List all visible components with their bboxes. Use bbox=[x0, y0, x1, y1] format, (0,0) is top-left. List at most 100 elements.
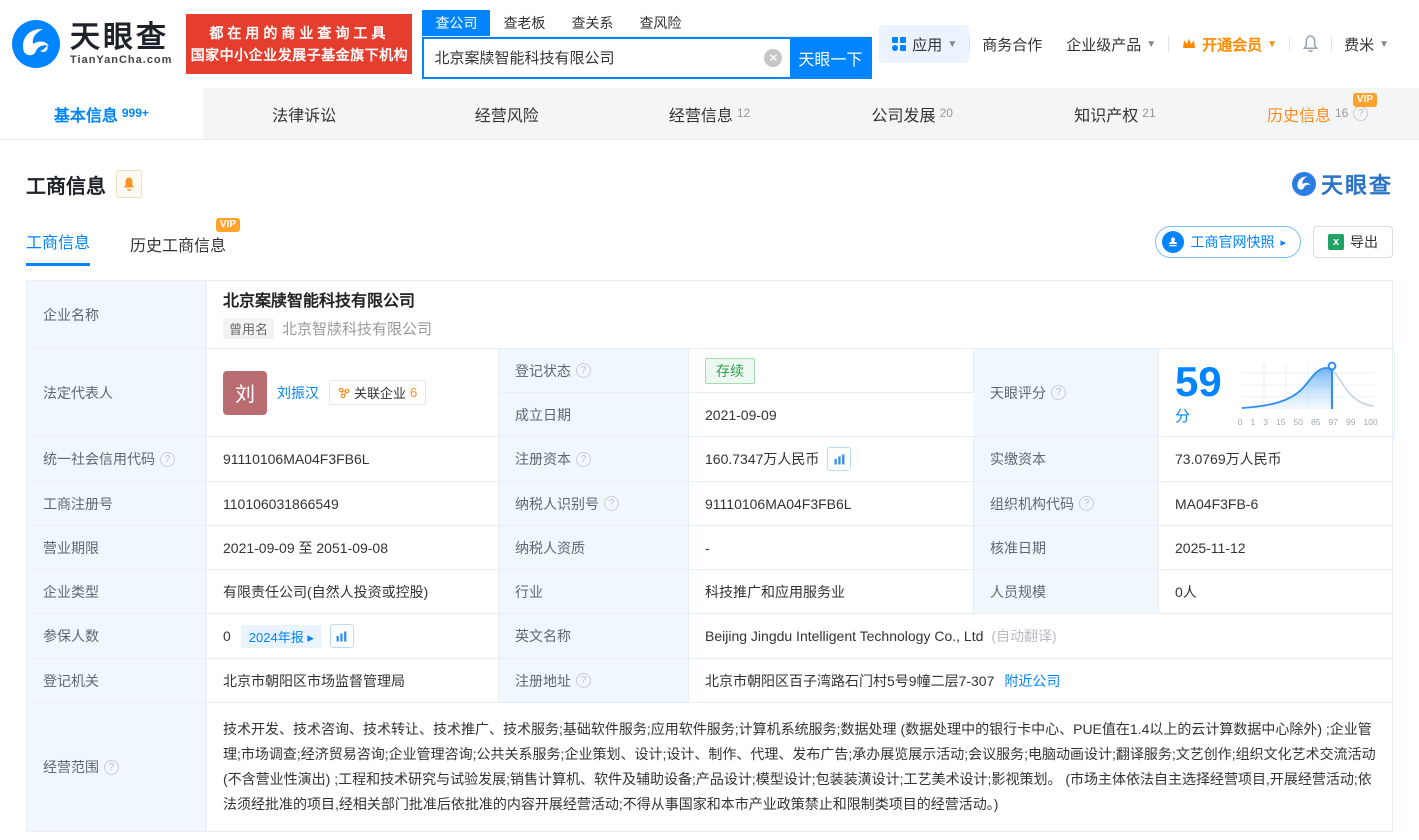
subtab-business-info[interactable]: 工商信息 bbox=[26, 229, 91, 266]
insured-trend-icon[interactable] bbox=[329, 624, 354, 648]
annual-report-badge[interactable]: 2024年报 ▸ bbox=[240, 624, 322, 648]
label-text: 注册地址 bbox=[515, 672, 571, 689]
table-row: 工商注册号 110106031866549 纳税人识别号 ? 91110106M… bbox=[27, 482, 1392, 526]
tab-count: 999+ bbox=[121, 105, 149, 120]
tab-intellectual-property[interactable]: 知识产权 21 bbox=[1014, 88, 1217, 139]
staff-size-value: 0人 bbox=[1159, 570, 1392, 614]
table-row: 企业类型 有限责任公司(自然人投资或控股) 行业 科技推广和应用服务业 人员规模… bbox=[27, 570, 1392, 614]
tab-count: 20 bbox=[939, 105, 953, 120]
legal-rep-link[interactable]: 刘振汉 bbox=[277, 383, 319, 403]
question-icon[interactable]: ? bbox=[1079, 496, 1094, 511]
search-tab-relation[interactable]: 查关系 bbox=[558, 10, 626, 36]
menu-enterprise[interactable]: 企业级产品 ▼ bbox=[1054, 34, 1168, 55]
question-icon[interactable]: ? bbox=[1051, 385, 1066, 400]
question-icon[interactable]: ? bbox=[576, 673, 591, 688]
chevron-down-icon: ▼ bbox=[947, 38, 958, 50]
nearby-companies-link[interactable]: 附近公司 bbox=[1004, 671, 1060, 691]
related-count: 6 bbox=[410, 385, 418, 400]
logo-subtitle: TianYanCha.com bbox=[70, 54, 173, 66]
promo-line2: 国家中小企业发展子基金旗下机构 bbox=[190, 47, 409, 63]
approval-date-label: 核准日期 bbox=[974, 526, 1159, 570]
business-term-value: 2021-09-09 至 2051-09-08 bbox=[207, 526, 499, 570]
tab-history-info[interactable]: VIP 历史信息 16 ? bbox=[1216, 88, 1419, 139]
promo-banner: 都在用的商业查询工具 国家中小企业发展子基金旗下机构 bbox=[186, 14, 413, 74]
company-name-label: 企业名称 bbox=[27, 281, 207, 349]
subscribe-bell-button[interactable] bbox=[116, 170, 142, 198]
tianyancha-watermark-icon bbox=[1291, 172, 1316, 196]
question-icon[interactable]: ? bbox=[160, 451, 175, 467]
tab-legal-litigation[interactable]: 法律诉讼 bbox=[203, 88, 406, 139]
tab-label: 法律诉讼 bbox=[272, 107, 337, 125]
arrow-right-icon: ▸ bbox=[1280, 236, 1286, 249]
reg-authority-value: 北京市朝阳区市场监督管理局 bbox=[207, 659, 499, 703]
bell-icon bbox=[123, 177, 135, 191]
company-name: 北京案牍智能科技有限公司 bbox=[223, 293, 416, 310]
reg-address-value: 北京市朝阳区百子湾路石门村5号9幢二层7-307 bbox=[705, 672, 995, 689]
tab-label: 历史信息 bbox=[1266, 107, 1331, 125]
crown-icon bbox=[1183, 38, 1196, 48]
search-input[interactable] bbox=[424, 38, 765, 77]
establish-date-label: 成立日期 bbox=[499, 393, 689, 437]
related-label: 关联企业 bbox=[354, 386, 407, 401]
table-row: 营业期限 2021-09-09 至 2051-09-08 纳税人资质 - 核准日… bbox=[27, 526, 1392, 570]
paid-capital-label: 实缴资本 bbox=[974, 437, 1159, 482]
company-type-label: 企业类型 bbox=[27, 570, 207, 614]
menu-cooperation[interactable]: 商务合作 bbox=[970, 34, 1054, 55]
question-icon[interactable]: ? bbox=[604, 496, 619, 511]
search-tabs: 查公司 查老板 查关系 查风险 bbox=[422, 9, 873, 37]
tab-basic-info[interactable]: 基本信息 999+ bbox=[0, 88, 203, 139]
search-tab-company[interactable]: 查公司 bbox=[422, 9, 491, 36]
menu-user[interactable]: 费米 ▼ bbox=[1332, 34, 1401, 55]
primary-nav: 基本信息 999+ 法律诉讼 经营风险 经营信息 12 公司发展 20 知识产权… bbox=[0, 88, 1419, 140]
reg-capital-value: 160.7347万人民币 bbox=[705, 451, 820, 467]
insured-count-value: 0 bbox=[223, 628, 231, 644]
tianyancha-logo[interactable]: 天眼查 TianYanCha.com bbox=[10, 18, 172, 70]
menu-apps-label: 应用 bbox=[912, 36, 943, 54]
subtab-history-business-info[interactable]: VIP 历史工商信息 bbox=[130, 218, 241, 266]
tab-operation-risk[interactable]: 经营风险 bbox=[405, 88, 608, 139]
related-companies-badge[interactable]: 关联企业 6 bbox=[329, 380, 427, 405]
top-menu: 应用 ▼ 商务合作 企业级产品 ▼ 开通会员 ▼ 费米 ▼ bbox=[879, 25, 1401, 63]
english-name-label: 英文名称 bbox=[499, 614, 689, 659]
capital-trend-icon[interactable] bbox=[827, 447, 852, 471]
search-button[interactable]: 天眼一下 bbox=[790, 38, 871, 77]
reg-capital-cell: 160.7347万人民币 bbox=[689, 437, 974, 482]
reg-status-cell: 存续 bbox=[689, 349, 974, 393]
clear-search-icon[interactable]: ✕ bbox=[764, 48, 783, 67]
notification-bell[interactable] bbox=[1290, 35, 1331, 53]
menu-apps[interactable]: 应用 ▼ bbox=[879, 25, 970, 63]
status-badge: 存续 bbox=[705, 357, 755, 384]
search-tab-risk[interactable]: 查风险 bbox=[626, 10, 694, 36]
reg-status-label: 登记状态 ? bbox=[499, 349, 689, 393]
question-icon[interactable]: ? bbox=[576, 363, 591, 378]
search-tab-boss[interactable]: 查老板 bbox=[490, 10, 558, 36]
company-name-cell: 北京案牍智能科技有限公司 曾用名 北京智牍科技有限公司 bbox=[207, 281, 1392, 349]
legal-rep-avatar[interactable]: 刘 bbox=[223, 370, 267, 415]
label-text: 经营范围 bbox=[43, 759, 99, 775]
tab-label: 知识产权 bbox=[1074, 107, 1139, 125]
insured-count-cell: 0 2024年报 ▸ bbox=[207, 614, 499, 659]
reg-number-value: 110106031866549 bbox=[207, 482, 499, 526]
table-row: 参保人数 0 2024年报 ▸ 英文名称 Beijing Jingdu Inte… bbox=[27, 614, 1392, 659]
menu-vip[interactable]: 开通会员 ▼ bbox=[1169, 34, 1289, 55]
menu-vip-label: 开通会员 bbox=[1202, 36, 1263, 54]
question-icon[interactable]: ? bbox=[104, 759, 119, 775]
question-icon[interactable]: ? bbox=[576, 451, 591, 467]
label-text: 统一社会信用代码 bbox=[43, 451, 155, 467]
tianyancha-logo-icon bbox=[12, 20, 60, 68]
score-cell: 59分 0 1 3 15 50 85 97 99 100 bbox=[1159, 349, 1395, 437]
official-snapshot-button[interactable]: 工商官网快照 ▸ bbox=[1155, 226, 1301, 258]
question-icon[interactable]: ? bbox=[1353, 106, 1369, 121]
vip-badge: VIP bbox=[215, 218, 241, 232]
business-info-table: 企业名称 北京案牍智能科技有限公司 曾用名 北京智牍科技有限公司 法定代表人 刘… bbox=[26, 280, 1395, 832]
taxpayer-id-value: 91110106MA04F3FB6L bbox=[689, 482, 974, 526]
export-button[interactable]: x 导出 bbox=[1313, 226, 1393, 258]
snapshot-label: 工商官网快照 bbox=[1190, 234, 1275, 250]
label-text: 组织机构代码 bbox=[990, 495, 1074, 512]
tab-operation-info[interactable]: 经营信息 12 bbox=[608, 88, 811, 139]
paid-capital-value: 73.0769万人民币 bbox=[1159, 437, 1392, 482]
tab-company-development[interactable]: 公司发展 20 bbox=[811, 88, 1014, 139]
subtab-label: 历史工商信息 bbox=[130, 238, 227, 255]
tab-count: 21 bbox=[1142, 105, 1156, 120]
tab-label: 公司发展 bbox=[871, 107, 936, 125]
